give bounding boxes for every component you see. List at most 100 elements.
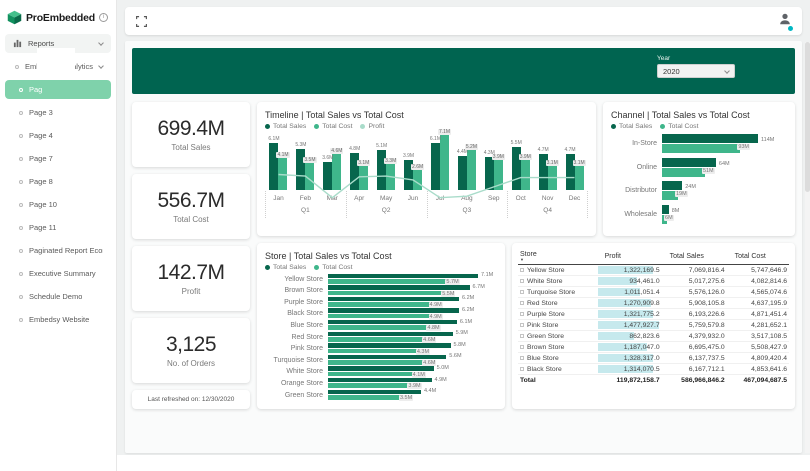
cost-bar-may[interactable] — [386, 164, 395, 190]
table-row[interactable]: Red Store1,270,909.85,908,105.84,637,195… — [518, 298, 789, 309]
store-cell: Green Store — [518, 331, 597, 342]
table-row[interactable]: Turquoise Store1,011,051.45,576,126.04,5… — [518, 287, 789, 298]
cost-bar-apr[interactable] — [359, 166, 368, 190]
column-header-profit[interactable]: Profit — [597, 249, 662, 265]
expand-icon — [520, 334, 524, 338]
sales-bar[interactable] — [328, 390, 421, 395]
sales-bar[interactable] — [662, 205, 669, 214]
info-icon[interactable]: i — [99, 13, 108, 22]
sales-bar-jul[interactable] — [431, 143, 440, 190]
sales-bar-feb[interactable] — [296, 149, 305, 190]
table-row[interactable]: Black Store1,314,070.56,167,712.14,853,6… — [518, 364, 789, 375]
table-row[interactable]: Pink Store1,477,927.75,759,579.84,281,65… — [518, 320, 789, 331]
cost-bar[interactable] — [328, 360, 425, 365]
sidebar-item-page-8[interactable]: Page 8 — [5, 172, 111, 191]
table-row[interactable]: Blue Store1,328,317.06,137,737.54,809,42… — [518, 353, 789, 364]
sales-bar[interactable] — [328, 332, 453, 337]
profit-value: 1,270,909.8 — [599, 300, 660, 307]
expand-icon — [520, 268, 524, 272]
cost-bar[interactable] — [328, 314, 432, 319]
sales-bar[interactable] — [328, 366, 434, 371]
cost-bar-oct[interactable] — [521, 160, 530, 190]
sales-bar[interactable] — [328, 285, 470, 290]
sales-bar[interactable] — [328, 378, 432, 383]
cost-bar[interactable] — [662, 144, 740, 153]
profit-value: 1,322,169.5 — [599, 267, 660, 274]
sidebar-item-page-3[interactable]: Page 3 — [5, 103, 111, 122]
kpi-profit: 142.7M Profit — [132, 246, 250, 311]
cost-bar[interactable] — [328, 325, 429, 330]
x-axis-month-label: Feb — [292, 195, 319, 202]
cost-bar-aug[interactable] — [467, 150, 476, 190]
cost-bar-jun[interactable] — [413, 170, 422, 190]
cost-bar[interactable] — [328, 395, 402, 400]
total-sales-cell: 6,193,226.6 — [662, 309, 727, 320]
table-row[interactable]: Purple Store1,321,775.26,193,226.64,871,… — [518, 309, 789, 320]
sales-bar[interactable] — [328, 297, 459, 302]
sidebar-item-schedule-demo[interactable]: Schedule Demo — [5, 287, 111, 306]
cost-bar-sep[interactable] — [494, 160, 503, 190]
sidebar-item-page-11[interactable]: Page 11 — [5, 218, 111, 237]
expand-icon — [520, 323, 524, 327]
sales-bar[interactable] — [662, 181, 682, 190]
cost-bar-nov[interactable] — [548, 166, 557, 190]
profit-cell: 1,187,047.0 — [597, 342, 662, 353]
column-header-total-cost[interactable]: Total Cost — [727, 249, 789, 265]
sales-bar[interactable] — [662, 158, 716, 167]
sidebar-item-embedsy-website[interactable]: Embedsy Website — [5, 310, 111, 329]
table-row[interactable]: Brown Store1,187,047.06,695,475.05,508,4… — [518, 342, 789, 353]
profit-value: 1,011,051.4 — [599, 289, 660, 296]
column-header-store[interactable]: Store▼ — [518, 249, 597, 265]
legend-item: Total Cost — [314, 123, 352, 130]
category-label: Blue Store — [265, 322, 323, 329]
table-row[interactable]: White Store934,461.05,017,275.64,082,814… — [518, 276, 789, 287]
cost-bar[interactable] — [328, 372, 415, 377]
sales-bar-apr[interactable] — [350, 153, 359, 190]
sales-bar-mar[interactable] — [323, 162, 332, 190]
cost-bar-jan[interactable] — [278, 158, 287, 190]
cost-bar[interactable] — [328, 279, 448, 284]
cost-bar-feb[interactable] — [305, 163, 314, 190]
column-header-total-sales[interactable]: Total Sales — [662, 249, 727, 265]
expand-icon — [520, 279, 524, 283]
sidebar-item-paginated-report-ecom[interactable]: Paginated Report Ecom — [5, 241, 111, 260]
sidebar-item-executive-summary[interactable]: Executive Summary — [5, 264, 111, 283]
kpi-label: Total Sales — [171, 143, 210, 152]
fullscreen-icon[interactable] — [135, 15, 148, 28]
cost-bar[interactable] — [662, 168, 705, 177]
sales-bar[interactable] — [328, 274, 478, 279]
sidebar-item-pag[interactable]: Pag — [5, 80, 111, 99]
total-cost-cell: 3,517,108.5 — [727, 331, 789, 342]
sidebar-item-page-10[interactable]: Page 10 — [5, 195, 111, 214]
sidebar-item-label: Pag — [29, 85, 42, 94]
table-row[interactable]: Green Store862,823.64,379,932.03,517,108… — [518, 331, 789, 342]
cost-bar[interactable] — [328, 337, 425, 342]
cost-bar[interactable] — [328, 383, 410, 388]
sidebar-item-page-7[interactable]: Page 7 — [5, 149, 111, 168]
chart-title: Timeline | Total Sales vs Total Cost — [265, 110, 588, 120]
cost-bar-dec[interactable] — [575, 166, 584, 190]
table-row[interactable]: Yellow Store1,322,169.57,069,816.45,747,… — [518, 265, 789, 276]
bullet-icon — [19, 249, 23, 253]
sales-bar-sep[interactable] — [485, 157, 494, 190]
sales-bar-may[interactable] — [377, 150, 386, 190]
sales-bar-jan[interactable] — [269, 143, 278, 190]
cost-bar[interactable] — [328, 349, 419, 354]
cost-bar-jul[interactable] — [440, 135, 449, 190]
sales-bar[interactable] — [328, 308, 459, 313]
charts-column: Timeline | Total Sales vs Total Cost Tot… — [257, 102, 795, 409]
user-menu-button[interactable] — [778, 12, 792, 31]
vertical-scrollbar[interactable] — [805, 42, 810, 453]
sales-bar-aug[interactable] — [458, 156, 467, 190]
sales-bar[interactable] — [328, 355, 446, 360]
cost-bar[interactable] — [328, 291, 444, 296]
sales-bar[interactable] — [328, 343, 451, 348]
kpi-value: 556.7M — [157, 189, 224, 213]
bullet-icon — [15, 65, 19, 69]
cost-bar[interactable] — [328, 302, 432, 307]
sidebar-item-page-4[interactable]: Page 4 — [5, 126, 111, 145]
year-dropdown[interactable]: 2020 — [657, 64, 735, 78]
sales-data-label: 4.8M — [346, 146, 363, 152]
sales-bar[interactable] — [662, 134, 758, 143]
sales-bar[interactable] — [328, 320, 457, 325]
